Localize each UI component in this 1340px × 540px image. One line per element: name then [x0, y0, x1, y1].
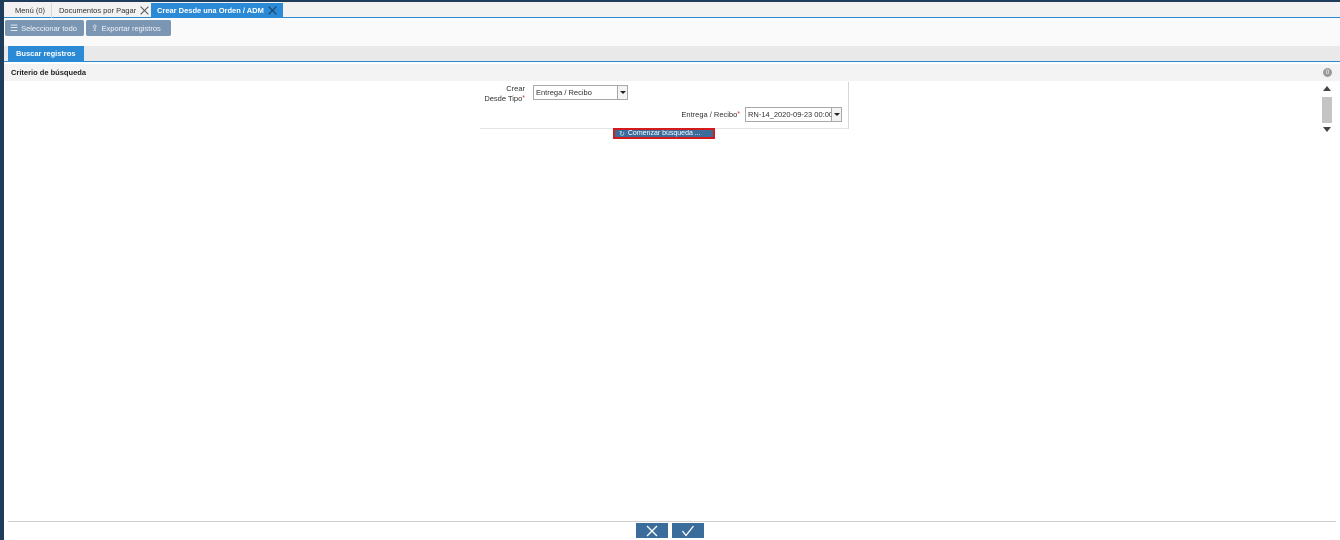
tab-documentos-por-pagar[interactable]: Documentos por Pagar	[53, 3, 157, 18]
window-tab-bar: Menú (0) Documentos por Pagar Crear Desd…	[4, 2, 1340, 18]
required-marker: *	[522, 95, 525, 102]
export-icon: ⇪	[91, 22, 99, 33]
left-border	[0, 0, 4, 540]
cancel-button[interactable]	[636, 523, 668, 538]
select-all-button[interactable]: ☰ Seleccionar todo	[5, 20, 84, 36]
search-button-label: Comenzar búsqueda ...	[627, 130, 701, 137]
tab-crear-desde-orden[interactable]: Crear Desde una Orden / ADM...	[151, 3, 283, 18]
scroll-thumb[interactable]	[1322, 97, 1332, 123]
shipment-receipt-select[interactable]: RN-14_2020-09-23 00:00:00	[745, 107, 842, 122]
scroll-down-icon[interactable]	[1323, 127, 1331, 132]
select-all-label: Seleccionar todo	[21, 23, 77, 33]
toolbar: ☰ Seleccionar todo ⇪ Exportar registros	[4, 18, 1340, 46]
label-line: Desde Tipo	[484, 94, 523, 103]
select-value: Entrega / Recibo	[536, 88, 592, 97]
tab-menu[interactable]: Menú (0)	[9, 3, 53, 18]
shipment-receipt-label: Entrega / Recibo*	[660, 110, 740, 120]
chevron-down-icon[interactable]	[831, 108, 841, 121]
tab-label: Crear Desde una Orden / ADM...	[157, 6, 265, 15]
count-badge: 0	[1323, 68, 1332, 77]
vertical-scrollbar[interactable]	[1321, 82, 1333, 136]
tab-label: Menú (0)	[15, 6, 46, 15]
start-search-button[interactable]: ↻ Comenzar búsqueda ...	[613, 128, 715, 139]
list-icon: ☰	[10, 22, 19, 33]
close-icon	[646, 525, 658, 536]
export-records-button[interactable]: ⇪ Exportar registros	[86, 20, 171, 36]
tab-label: Buscar registros	[16, 49, 76, 58]
app-window: Menú (0) Documentos por Pagar Crear Desd…	[0, 0, 1340, 540]
create-from-type-select[interactable]: Entrega / Recibo	[533, 85, 628, 100]
label-text: Entrega / Recibo	[681, 110, 738, 119]
select-value: RN-14_2020-09-23 00:00:00	[748, 110, 842, 119]
chevron-down-icon[interactable]	[617, 86, 627, 99]
ok-button[interactable]	[672, 523, 704, 538]
required-marker: *	[737, 111, 740, 118]
search-tab-strip: Buscar registros	[4, 46, 1340, 62]
scroll-up-icon[interactable]	[1323, 86, 1331, 91]
tab-label: Documentos por Pagar	[59, 6, 137, 15]
export-label: Exportar registros	[101, 23, 161, 33]
tab-search-records[interactable]: Buscar registros	[8, 46, 84, 61]
footer-divider	[8, 521, 1336, 522]
refresh-icon: ↻	[619, 130, 625, 138]
search-criteria-header[interactable]: Criterio de búsqueda 0	[4, 64, 1340, 81]
label-line: Crear	[506, 84, 525, 93]
checkmark-icon	[681, 525, 695, 537]
close-icon[interactable]	[140, 6, 149, 15]
section-title: Criterio de búsqueda	[11, 68, 87, 77]
create-from-type-label: Crear Desde Tipo*	[478, 84, 525, 104]
close-icon[interactable]	[268, 6, 277, 15]
